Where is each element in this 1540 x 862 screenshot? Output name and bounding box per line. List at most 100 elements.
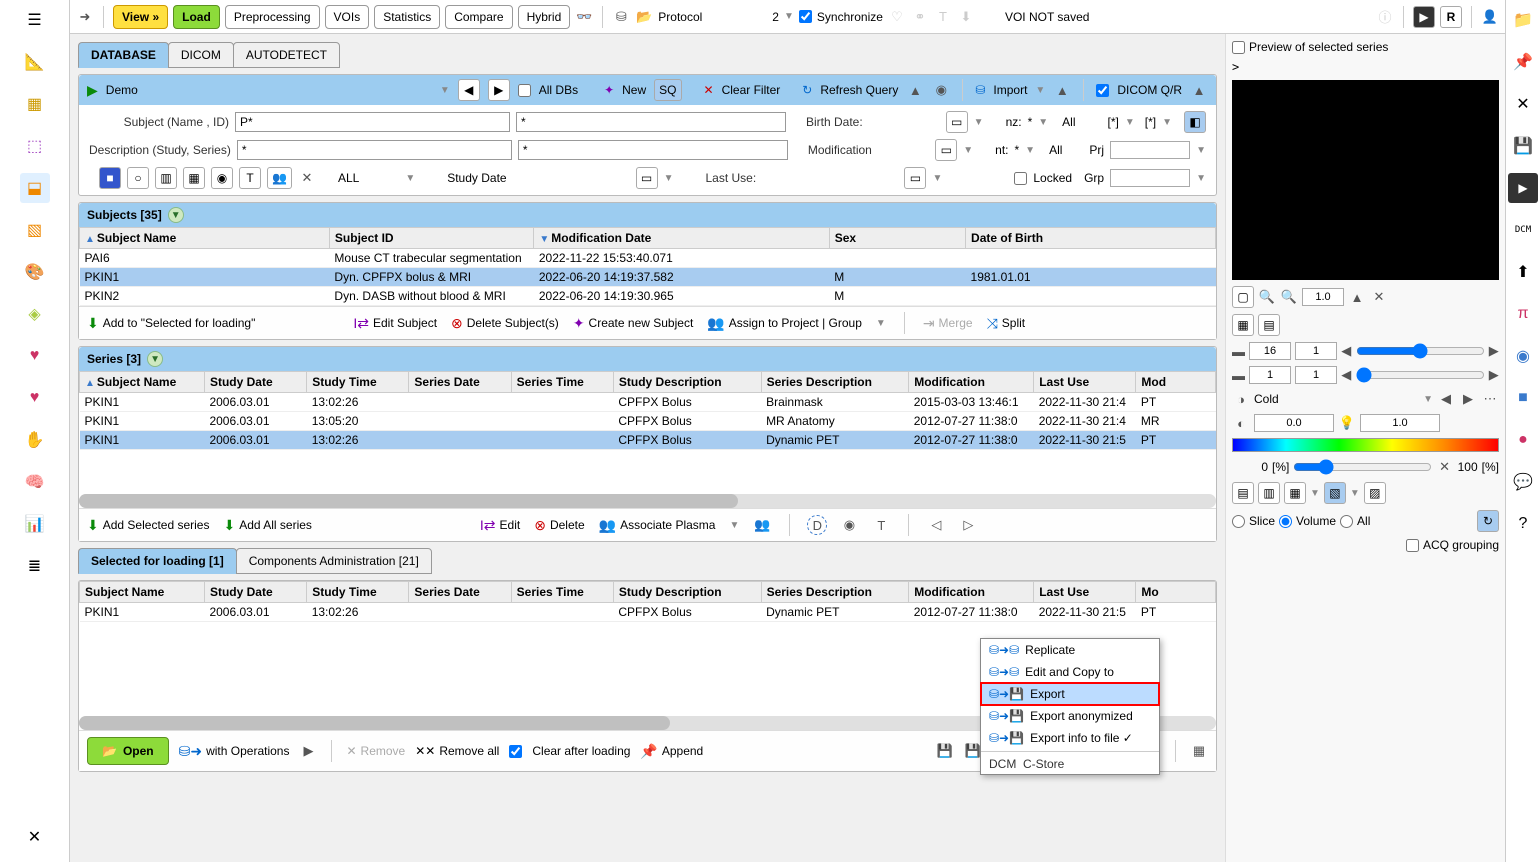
rs-stop-icon[interactable]: ■ bbox=[1508, 383, 1538, 413]
rs-term-icon[interactable]: ▶ bbox=[1508, 173, 1538, 203]
play-ops-icon[interactable]: ▶ bbox=[299, 742, 317, 760]
people2-icon[interactable]: 👥 bbox=[753, 516, 771, 534]
subject-row[interactable]: PKIN2Dyn. DASB without blood & MRI2022-0… bbox=[80, 287, 1216, 306]
col-study-date[interactable]: Study Date bbox=[204, 372, 306, 393]
lut-d-dd-icon[interactable]: ▼ bbox=[1350, 488, 1360, 499]
add-to-selected-button[interactable]: ⬇Add to "Selected for loading" bbox=[87, 315, 255, 332]
modality-filter[interactable]: ALL bbox=[338, 171, 359, 185]
grp-input[interactable] bbox=[1110, 169, 1190, 187]
palette-icon[interactable]: 🎨 bbox=[20, 257, 50, 287]
heart-icon[interactable]: ♡ bbox=[888, 8, 906, 26]
mod-dd-icon[interactable]: ▼ bbox=[963, 145, 973, 156]
subject-row[interactable]: PKIN1Dyn. CPFPX bolus & MRI2022-06-20 14… bbox=[80, 268, 1216, 287]
col-series-date[interactable]: Series Date bbox=[409, 372, 511, 393]
birthdate-dd-icon[interactable]: ▼ bbox=[974, 117, 984, 128]
user-icon[interactable]: 👤 bbox=[1481, 8, 1499, 26]
col-series-lastuse[interactable]: Last Use bbox=[1034, 372, 1136, 393]
preprocessing-button[interactable]: Preprocessing bbox=[225, 5, 320, 29]
t-icon[interactable]: T bbox=[934, 8, 952, 26]
prev-icon[interactable]: ◁ bbox=[927, 516, 945, 534]
window-slider[interactable] bbox=[1293, 459, 1431, 475]
rs-help-icon[interactable]: ? bbox=[1508, 509, 1538, 539]
rs-dcm-icon[interactable]: DCM bbox=[1508, 215, 1538, 245]
brain-icon[interactable]: 🧠 bbox=[20, 467, 50, 497]
circle-tool-icon[interactable]: D bbox=[808, 516, 826, 534]
bulb-icon[interactable]: 💡 bbox=[1338, 414, 1356, 432]
rs-pin-icon[interactable]: 📌 bbox=[1508, 47, 1538, 77]
stack-icon[interactable]: ≣ bbox=[20, 551, 50, 581]
rs-globe-icon[interactable]: ● bbox=[1508, 425, 1538, 455]
cm-opts-icon[interactable]: ⋯ bbox=[1481, 390, 1499, 408]
shape-bar-icon[interactable]: ▥ bbox=[155, 167, 177, 189]
zoom-up-icon[interactable]: ▲ bbox=[1348, 288, 1366, 306]
arrow-icon[interactable]: ➜ bbox=[76, 8, 94, 26]
sync-checkbox[interactable] bbox=[799, 10, 812, 23]
popup-replicate[interactable]: ⛁➜⛁Replicate bbox=[981, 639, 1159, 661]
delete-subject-button[interactable]: ⊗Delete Subject(s) bbox=[451, 315, 559, 332]
zoom-in-icon[interactable]: 🔍 bbox=[1280, 288, 1298, 306]
lut-b-icon[interactable]: ▥ bbox=[1258, 482, 1280, 504]
slice-prev-icon[interactable]: ◀ bbox=[1341, 366, 1352, 384]
b1-dd-icon[interactable]: ▼ bbox=[1125, 117, 1135, 128]
dicom-qr-expand-icon[interactable]: ▲ bbox=[1190, 81, 1208, 99]
tab-dicom[interactable]: DICOM bbox=[168, 42, 234, 68]
associate-plasma-button[interactable]: 👥Associate Plasma bbox=[599, 517, 716, 534]
range-min-input[interactable] bbox=[1254, 414, 1334, 432]
shape-circle-icon[interactable]: ○ bbox=[127, 167, 149, 189]
lcol-stime[interactable]: Study Time bbox=[307, 582, 409, 603]
shape-cam-icon[interactable]: ◉ bbox=[211, 167, 233, 189]
hand-icon[interactable]: ✋ bbox=[20, 425, 50, 455]
next-icon[interactable]: ▷ bbox=[959, 516, 977, 534]
frame-next-icon[interactable]: ▶ bbox=[1489, 342, 1500, 360]
view-mode1-icon[interactable]: ▦ bbox=[1232, 314, 1254, 336]
compare-button[interactable]: Compare bbox=[445, 5, 512, 29]
series-scrollbar[interactable] bbox=[79, 494, 1216, 508]
zoom-fit-icon[interactable]: ▢ bbox=[1232, 286, 1254, 308]
volume-radio[interactable] bbox=[1279, 515, 1292, 528]
grp-dropdown-icon[interactable]: ▼ bbox=[1196, 173, 1206, 184]
flow-icon[interactable]: ⬚ bbox=[20, 131, 50, 161]
nt-dd-icon[interactable]: ▼ bbox=[1025, 145, 1035, 156]
lcol-serdesc[interactable]: Series Description bbox=[761, 582, 909, 603]
slice-a-input[interactable] bbox=[1249, 366, 1291, 384]
cm-next-icon[interactable]: ▶ bbox=[1459, 390, 1477, 408]
cube-icon[interactable]: ◈ bbox=[20, 299, 50, 329]
lcol-serdate[interactable]: Series Date bbox=[409, 582, 511, 603]
lastuse-cal-icon[interactable]: ▭ bbox=[904, 167, 926, 189]
popup-export[interactable]: ⛁➜💾Export bbox=[981, 683, 1159, 705]
analysis-icon[interactable]: ⬓ bbox=[20, 173, 50, 203]
merge-icon[interactable]: ⚭ bbox=[911, 8, 929, 26]
shape-t-icon[interactable]: T bbox=[239, 167, 261, 189]
expand-refresh-icon[interactable]: ▲ bbox=[906, 81, 924, 99]
rs-rec-icon[interactable]: ◉ bbox=[1508, 341, 1538, 371]
lcol-sertime[interactable]: Series Time bbox=[511, 582, 613, 603]
chart-icon[interactable]: 📊 bbox=[20, 509, 50, 539]
append-button[interactable]: 📌Append bbox=[640, 743, 703, 760]
with-operations-button[interactable]: ⛁➜with Operations bbox=[179, 743, 290, 760]
col-subject-name[interactable]: ▲Subject Name bbox=[80, 228, 330, 249]
assoc-dd-icon[interactable]: ▼ bbox=[729, 520, 739, 531]
lut-c-icon[interactable]: ▦ bbox=[1284, 482, 1306, 504]
series-collapse-icon[interactable]: ▼ bbox=[147, 351, 163, 367]
edit-subject-button[interactable]: I⇄Edit Subject bbox=[353, 315, 437, 332]
query-source[interactable]: Demo bbox=[106, 83, 432, 97]
rs-save-icon[interactable]: 💾 bbox=[1508, 131, 1538, 161]
col-series-desc[interactable]: Series Description bbox=[761, 372, 909, 393]
lut-d-icon[interactable]: ▧ bbox=[1324, 482, 1346, 504]
slice-radio[interactable] bbox=[1232, 515, 1245, 528]
grid-icon[interactable]: ▦ bbox=[1190, 742, 1208, 760]
down-icon[interactable]: ⬇ bbox=[957, 8, 975, 26]
rs-up-icon[interactable]: ⬆ bbox=[1508, 257, 1538, 287]
studydate-dd-icon[interactable]: ▼ bbox=[664, 173, 674, 184]
close-icon[interactable]: ✕ bbox=[20, 822, 50, 852]
modality-dd-icon[interactable]: ▼ bbox=[405, 173, 415, 184]
hybrid-button[interactable]: Hybrid bbox=[518, 5, 571, 29]
terminal-icon[interactable]: ▶ bbox=[1413, 6, 1435, 28]
t-tool-icon[interactable]: T bbox=[872, 516, 890, 534]
prev-source-icon[interactable]: ◀ bbox=[458, 79, 480, 101]
lcol-name[interactable]: Subject Name bbox=[80, 582, 205, 603]
vois-button[interactable]: VOIs bbox=[325, 5, 370, 29]
lut-a-icon[interactable]: ▤ bbox=[1232, 482, 1254, 504]
tab-components-admin[interactable]: Components Administration [21] bbox=[236, 548, 432, 574]
bracket1-label[interactable]: [*] bbox=[1108, 115, 1119, 129]
